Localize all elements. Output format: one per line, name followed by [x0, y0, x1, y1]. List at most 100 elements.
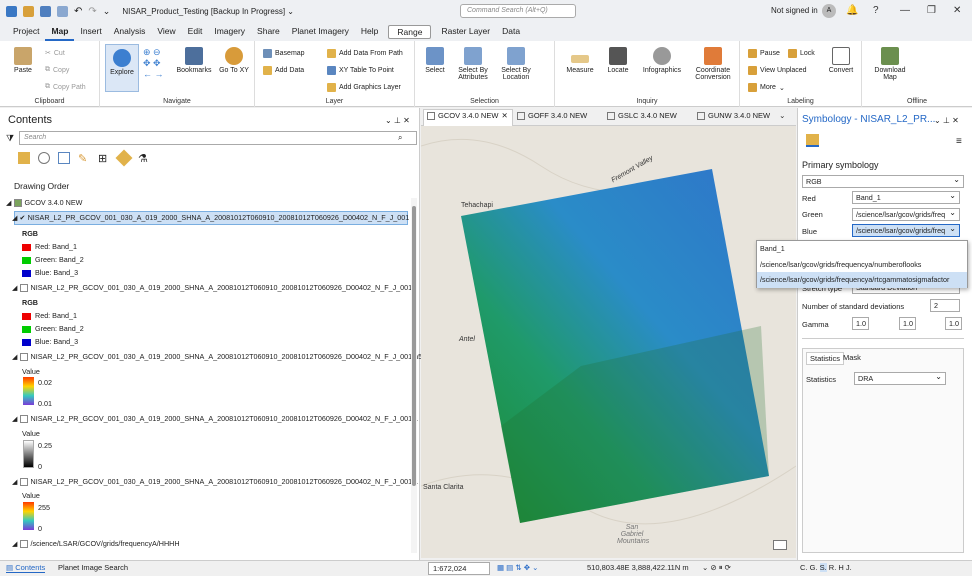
new-icon[interactable] — [57, 5, 68, 17]
zoom-tools-icon[interactable]: ⊕ ⊖ ✥ ✥ ← → — [143, 47, 167, 85]
help-icon[interactable]: ? — [873, 5, 879, 16]
tab-mask[interactable]: Mask — [843, 353, 861, 362]
add-data-button[interactable]: Add Data — [263, 66, 304, 75]
menu-view[interactable]: View — [151, 22, 181, 41]
open-folder-icon[interactable] — [23, 5, 34, 17]
checkbox-icon[interactable] — [19, 415, 28, 424]
infographics-button[interactable]: Infographics — [637, 47, 687, 74]
bottom-tab-g[interactable]: G. — [810, 563, 818, 572]
coordinate-conversion-button[interactable]: Coordinate Conversion — [690, 47, 736, 81]
undo-icon[interactable]: ↶ — [74, 6, 82, 17]
status-tab-planet[interactable]: Planet Image Search — [58, 563, 128, 572]
menu-edit[interactable]: Edit — [182, 22, 209, 41]
tab-gunw[interactable]: GUNW 3.4.0 NEW ⌄ — [697, 111, 785, 120]
map-canvas[interactable] — [421, 126, 796, 558]
primary-symbology-tab-icon[interactable] — [806, 134, 819, 147]
tab-statistics[interactable]: Statistics — [806, 352, 845, 365]
menu-map[interactable]: Map — [45, 22, 75, 41]
customize-icon[interactable]: ⌄ — [103, 6, 111, 17]
menu-project[interactable]: Project — [7, 22, 45, 41]
avatar[interactable]: A — [822, 4, 836, 18]
select-by-location-button[interactable]: Select By Location — [497, 47, 535, 81]
gamma-blue-input[interactable]: 1.0 — [945, 317, 962, 330]
sign-in-status[interactable]: Not signed in — [771, 6, 818, 15]
convert-button[interactable]: Convert — [824, 47, 858, 74]
layer-2[interactable]: ◢ NISAR_L2_PR_GCOV_001_030_A_019_2000_SH… — [12, 283, 412, 293]
menu-imagery[interactable]: Imagery — [208, 22, 251, 41]
goto-xy-button[interactable]: Go To XY — [218, 47, 250, 74]
tab-gslc[interactable]: GSLC 3.4.0 NEW — [607, 111, 677, 120]
checkbox-icon[interactable] — [19, 353, 28, 362]
status-controls-icon[interactable]: ⌄ ⊘ ⏸ ⟳ — [702, 563, 731, 573]
list-by-drawing-order-icon[interactable] — [18, 152, 30, 164]
locate-button[interactable]: Locate — [603, 47, 633, 74]
layer-3[interactable]: ◢ NISAR_L2_PR_GCOV_001_030_A_019_2000_SH… — [12, 352, 422, 362]
map-overview-icon[interactable] — [773, 540, 787, 550]
pause-labels-button[interactable]: Pause — [748, 49, 780, 58]
bottom-tab-h[interactable]: H — [838, 563, 843, 572]
dropdown-option-band1[interactable]: Band_1 — [757, 241, 967, 257]
checkbox-checked-icon[interactable]: ✔ — [20, 213, 26, 222]
bottom-tab-s[interactable]: S. — [819, 563, 827, 572]
view-unplaced-button[interactable]: View Unplaced — [748, 66, 807, 75]
search-icon[interactable]: ⌕ — [398, 133, 402, 143]
map-tools-icon[interactable]: ▦ ▤ ⇅ ✥ ⌄ — [497, 563, 538, 572]
menu-icon[interactable]: ≡ — [956, 136, 962, 147]
redo-icon[interactable]: ↷ — [88, 6, 96, 17]
add-data-from-path-button[interactable]: Add Data From Path — [327, 49, 403, 58]
statistics-select[interactable]: DRA — [854, 372, 946, 385]
more-labeling-button[interactable]: More ⌄ — [748, 83, 785, 92]
layer-5[interactable]: ◢ NISAR_L2_PR_GCOV_001_030_A_019_2000_SH… — [12, 477, 418, 487]
chevron-down-icon[interactable]: ⌄ — [779, 111, 785, 120]
copy-path-button[interactable]: ⧉ Copy Path — [45, 83, 86, 91]
bottom-tab-j[interactable]: J. — [846, 563, 852, 572]
status-tab-contents[interactable]: ▤ Contents — [6, 563, 46, 573]
splitter[interactable] — [802, 338, 964, 339]
add-graphics-button[interactable]: Add Graphics Layer — [327, 83, 401, 92]
select-by-attributes-button[interactable]: Select By Attributes — [453, 47, 493, 81]
notification-bell-icon[interactable]: 🔔 — [846, 5, 858, 16]
list-by-perspective-icon[interactable]: ⚗ — [138, 152, 150, 165]
explore-button[interactable]: Explore — [105, 44, 139, 92]
menu-analysis[interactable]: Analysis — [108, 22, 152, 41]
menu-planet-imagery[interactable]: Planet Imagery — [286, 22, 355, 41]
restore-icon[interactable]: ❐ — [927, 5, 936, 16]
map-node[interactable]: ◢ GCOV 3.4.0 NEW — [6, 198, 82, 208]
minimize-icon[interactable]: — — [900, 5, 910, 16]
measure-button[interactable]: Measure — [563, 47, 597, 74]
scrollbar-thumb[interactable] — [412, 206, 416, 486]
close-tab-icon[interactable]: ✕ — [501, 111, 507, 120]
list-by-labeling-icon[interactable] — [115, 149, 133, 167]
menu-share[interactable]: Share — [251, 22, 286, 41]
layer-1[interactable]: ◢ ✔ NISAR_L2_PR_GCOV_001_030_A_019_2000_… — [12, 213, 409, 222]
contents-scrollbar[interactable] — [411, 198, 417, 553]
save-icon[interactable] — [40, 5, 51, 17]
checkbox-icon[interactable] — [19, 284, 28, 293]
list-by-selection-icon[interactable] — [58, 152, 70, 164]
gamma-green-input[interactable]: 1.0 — [899, 317, 916, 330]
paste-button[interactable]: Paste — [8, 47, 38, 74]
pin-icon[interactable]: ⌄ ⊥ ✕ — [385, 116, 410, 125]
map-view[interactable]: Tehachapi Santa Clarita Antel Fremont Va… — [421, 126, 796, 558]
dropdown-option-numberoflooks[interactable]: /science/lsar/gcov/grids/frequencya/numb… — [757, 257, 967, 273]
tab-goff[interactable]: GOFF 3.4.0 NEW — [517, 111, 587, 120]
dropdown-option-rtcgamma[interactable]: /science/lsar/gcov/grids/frequencya/rtcg… — [757, 272, 967, 288]
menu-range[interactable]: Range — [388, 24, 432, 39]
list-by-snapping-icon[interactable]: ⊞ — [98, 152, 110, 165]
lock-labels-button[interactable]: Lock — [788, 49, 815, 58]
menu-raster-layer[interactable]: Raster Layer — [435, 22, 496, 41]
checkbox-icon[interactable] — [19, 540, 28, 549]
scale-select[interactable]: 1:672,024 — [428, 562, 490, 575]
copy-button[interactable]: ⧉ Copy — [45, 66, 69, 74]
contents-search-input[interactable]: Search — [19, 131, 417, 145]
blue-band-select[interactable]: /science/lsar/gcov/grids/freq — [852, 224, 960, 237]
renderer-select[interactable]: RGB — [802, 175, 964, 188]
menu-help[interactable]: Help — [355, 22, 384, 41]
checkbox-icon[interactable] — [19, 478, 28, 487]
tab-gcov[interactable]: GCOV 3.4.0 NEW ✕ — [427, 111, 508, 120]
basemap-button[interactable]: Basemap — [263, 49, 305, 58]
layer-6[interactable]: ◢ /science/LSAR/GCOV/grids/frequencyA/HH… — [12, 539, 180, 549]
green-band-select[interactable]: /science/lsar/gcov/grids/freq — [852, 208, 960, 221]
layer-4[interactable]: ◢ NISAR_L2_PR_GCOV_001_030_A_019_2000_SH… — [12, 414, 418, 424]
xy-table-button[interactable]: XY Table To Point — [327, 66, 394, 75]
